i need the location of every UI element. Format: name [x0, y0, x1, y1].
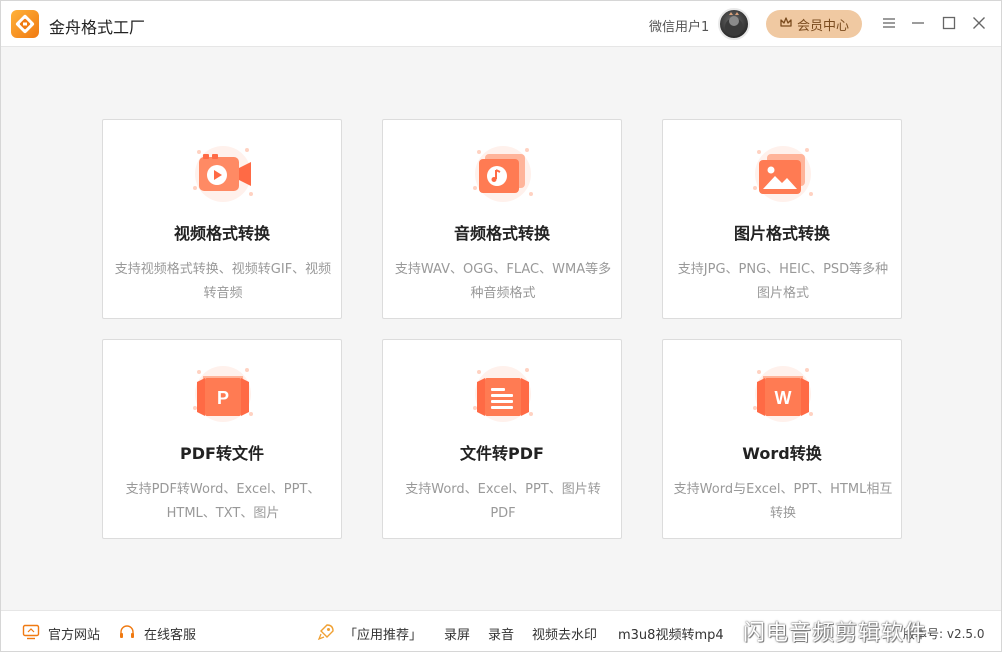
app-window: 金舟格式工厂 微信用户1 会员中心 视频格式转换 支持视频格式转换、视频转GIF… — [0, 0, 1002, 652]
card-title: Word转换 — [742, 444, 822, 463]
pdf-to-file-icon: P — [189, 362, 257, 424]
vip-center-label: 会员中心 — [796, 18, 849, 34]
app-recommend-label: 「应用推荐」 — [344, 628, 423, 643]
crown-icon — [779, 15, 793, 33]
app-logo-icon — [11, 10, 39, 38]
title-bar: 金舟格式工厂 微信用户1 会员中心 — [1, 1, 1001, 47]
headset-icon — [118, 623, 136, 641]
card-description: 支持PDF转Word、Excel、PPT、HTML、TXT、图片 — [125, 482, 321, 521]
online-service-link[interactable]: 在线客服 — [144, 624, 196, 643]
maximize-icon[interactable] — [938, 12, 960, 34]
rocket-icon — [317, 623, 335, 641]
word-glyph: W — [775, 388, 792, 408]
file-to-pdf-icon — [469, 362, 537, 424]
card-description: 支持JPG、PNG、HEIC、PSD等多种图片格式 — [677, 262, 889, 301]
card-description: 支持Word与Excel、PPT、HTML相互转换 — [673, 482, 893, 521]
image-convert-icon — [749, 142, 817, 204]
audio-convert-icon — [469, 142, 537, 204]
card-audio-convert[interactable]: 音频格式转换 支持WAV、OGG、FLAC、WMA等多种音频格式 — [382, 119, 622, 319]
card-video-convert[interactable]: 视频格式转换 支持视频格式转换、视频转GIF、视频转音频 — [102, 119, 342, 319]
card-description: 支持视频格式转换、视频转GIF、视频转音频 — [114, 262, 332, 301]
video-watermark-remove-link[interactable]: 视频去水印 — [532, 624, 597, 643]
close-icon[interactable] — [968, 12, 990, 34]
menu-icon[interactable] — [878, 12, 900, 34]
app-title: 金舟格式工厂 — [49, 18, 146, 37]
status-bar: 官方网站 在线客服 「应用推荐」 录屏 录音 视频去水印 m3u8视频转mp4 … — [1, 610, 1001, 651]
vip-center-button[interactable]: 会员中心 — [766, 10, 862, 38]
word-convert-icon: W — [749, 362, 817, 424]
card-image-convert[interactable]: 图片格式转换 支持JPG、PNG、HEIC、PSD等多种图片格式 — [662, 119, 902, 319]
video-convert-icon — [189, 142, 257, 204]
card-title: PDF转文件 — [180, 444, 264, 463]
card-pdf-to-file[interactable]: P PDF转文件 支持PDF转Word、Excel、PPT、HTML、TXT、图… — [102, 339, 342, 539]
screen-record-link[interactable]: 录屏 — [444, 624, 470, 643]
avatar[interactable] — [718, 8, 750, 40]
card-description: 支持Word、Excel、PPT、图片转PDF — [405, 482, 601, 521]
username-label[interactable]: 微信用户1 — [649, 16, 709, 35]
card-title: 音频格式转换 — [453, 224, 550, 243]
card-title: 文件转PDF — [460, 444, 544, 463]
minimize-icon[interactable] — [907, 12, 929, 34]
pdf-glyph: P — [217, 388, 229, 408]
card-file-to-pdf[interactable]: 文件转PDF 支持Word、Excel、PPT、图片转PDF — [382, 339, 622, 539]
card-word-convert[interactable]: W Word转换 支持Word与Excel、PPT、HTML相互转换 — [662, 339, 902, 539]
card-description: 支持WAV、OGG、FLAC、WMA等多种音频格式 — [394, 262, 612, 301]
official-site-link[interactable]: 官方网站 — [48, 624, 100, 643]
audio-record-link[interactable]: 录音 — [488, 624, 514, 643]
card-title: 视频格式转换 — [173, 224, 270, 243]
watermark-text: 闪电音频剪辑软件 — [743, 621, 928, 646]
monitor-icon — [22, 623, 40, 641]
card-title: 图片格式转换 — [733, 224, 830, 243]
m3u8-to-mp4-link[interactable]: m3u8视频转mp4 — [618, 624, 724, 643]
